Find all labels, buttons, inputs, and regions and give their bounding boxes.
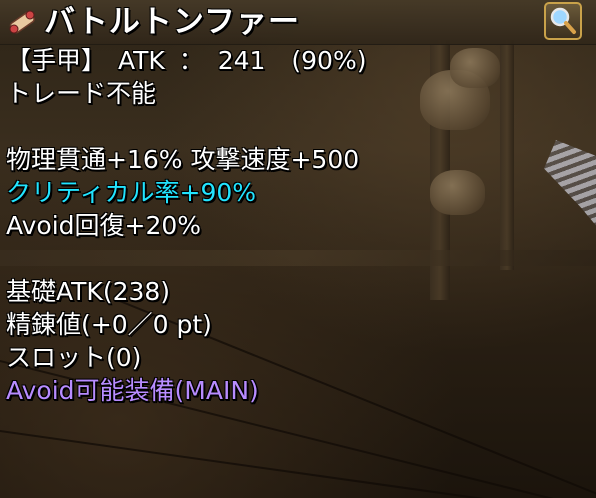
item-name: バトルトンファー — [44, 4, 300, 40]
atk-label: ATK — [117, 46, 165, 75]
atk-row: 【手甲】 ATK ： 241 (90%) — [6, 44, 586, 77]
atk-percent: (90%) — [291, 46, 367, 75]
scroll-icon — [6, 8, 38, 36]
atk-separator: ： — [178, 46, 204, 75]
slot-type: 【手甲】 — [6, 46, 107, 75]
slot-count: スロット(0) — [6, 343, 142, 372]
item-stats: 【手甲】 ATK ： 241 (90%) トレード不能 物理貫通+16% 攻撃速… — [6, 44, 586, 407]
bonus-penetration-speed: 物理貫通+16% 攻撃速度+500 — [6, 145, 360, 174]
magnifier-button[interactable] — [544, 2, 582, 40]
magnifier-icon — [546, 7, 580, 42]
tooltip-titlebar: バトルトンファー — [0, 0, 596, 45]
atk-value: 241 — [217, 46, 266, 75]
base-atk: 基礎ATK(238) — [6, 277, 171, 306]
bonus-critical: クリティカル率+90% — [6, 178, 257, 207]
equip-type: Avoid可能装備(MAIN) — [6, 376, 259, 405]
game-scene: バトルトンファー 【手甲】 ATK ： 241 (90%) トレード不能 物理貫… — [0, 0, 596, 498]
bonus-avoid-recovery: Avoid回復+20% — [6, 211, 202, 240]
refine-value: 精錬値(+0／0 pt) — [6, 310, 212, 339]
trade-restriction: トレード不能 — [6, 79, 157, 108]
